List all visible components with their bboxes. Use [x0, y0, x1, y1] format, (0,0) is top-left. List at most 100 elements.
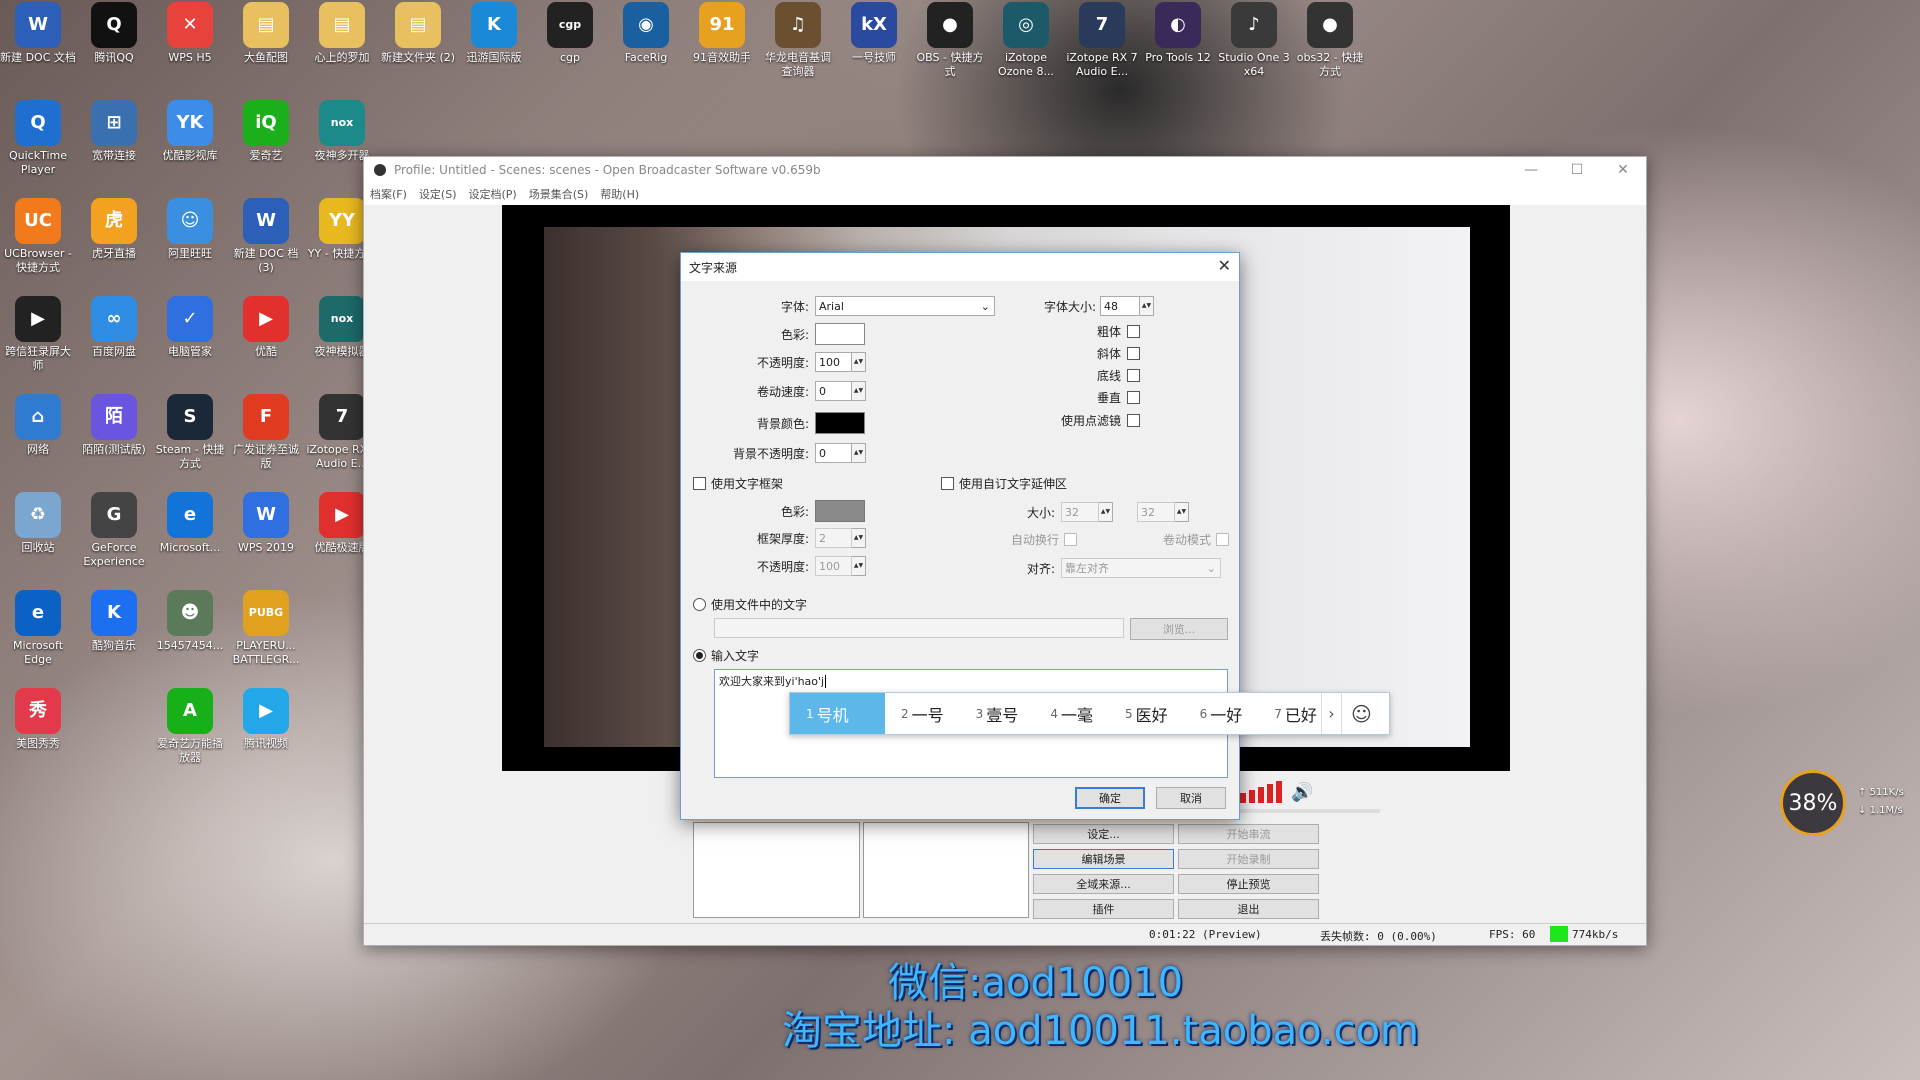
- italic-checkbox[interactable]: [1127, 347, 1140, 360]
- desktop-icon[interactable]: ▤ 心上的罗加: [304, 2, 380, 65]
- close-icon[interactable]: ✕: [1600, 157, 1646, 183]
- ok-button[interactable]: 确定: [1075, 787, 1145, 809]
- desktop-icon[interactable]: Q QuickTime Player: [0, 100, 76, 177]
- file-path-input[interactable]: [714, 618, 1124, 638]
- cancel-button[interactable]: 取消: [1156, 787, 1226, 809]
- outline-thickness-input[interactable]: 2: [815, 528, 852, 548]
- ime-candidate[interactable]: 6 一好: [1184, 693, 1259, 734]
- sources-list[interactable]: [863, 822, 1029, 918]
- menu-settings[interactable]: 设定(S): [419, 186, 457, 202]
- desktop-icon[interactable]: 7 iZotope RX 7 Audio E...: [1064, 2, 1140, 79]
- desktop-icon[interactable]: ▶ 跨信狂录屏大师: [0, 296, 76, 373]
- underline-checkbox[interactable]: [1127, 369, 1140, 382]
- desktop-icon[interactable]: ● OBS - 快捷方式: [912, 2, 988, 79]
- desktop-icon[interactable]: K 迅游国际版: [456, 2, 532, 65]
- volume-slider[interactable]: [1240, 809, 1380, 813]
- bold-checkbox[interactable]: [1127, 325, 1140, 338]
- ime-candidate[interactable]: 7 已好: [1258, 693, 1321, 734]
- font-size-spinner[interactable]: ▲▼: [1140, 296, 1154, 316]
- speaker-icon[interactable]: 🔊: [1291, 782, 1313, 803]
- extent-height-spinner[interactable]: ▲▼: [1175, 502, 1189, 522]
- desktop-icon[interactable]: ▤ 新建文件夹 (2): [380, 2, 456, 65]
- menu-file[interactable]: 档案(F): [370, 186, 407, 202]
- desktop-icon[interactable]: W WPS 2019: [228, 492, 304, 555]
- desktop-icon[interactable]: ◉ FaceRig: [608, 2, 684, 65]
- menu-scene-collection[interactable]: 场景集合(S): [529, 186, 589, 202]
- desktop-icon[interactable]: 91 91音效助手: [684, 2, 760, 65]
- input-text-radio[interactable]: [693, 649, 706, 662]
- desktop-icon[interactable]: S Steam - 快捷方式: [152, 394, 228, 471]
- extent-width-spinner[interactable]: ▲▼: [1099, 502, 1113, 522]
- font-size-input[interactable]: 48: [1100, 296, 1140, 316]
- desktop-icon[interactable]: nox 夜神多开器: [304, 100, 380, 163]
- extent-height-input[interactable]: 32: [1137, 502, 1175, 522]
- desktop-icon[interactable]: UC UCBrowser - 快捷方式: [0, 198, 76, 275]
- desktop-icon[interactable]: ☺ 阿里旺旺: [152, 198, 228, 261]
- dialog-close-icon[interactable]: ✕: [1218, 256, 1231, 275]
- ime-candidate[interactable]: 5 医好: [1109, 693, 1184, 734]
- menu-help[interactable]: 帮助(H): [600, 186, 639, 202]
- menu-profile[interactable]: 设定档(P): [469, 186, 517, 202]
- desktop-icon[interactable]: ◎ iZotope Ozone 8...: [988, 2, 1064, 79]
- emoji-icon[interactable]: ☺: [1340, 693, 1381, 734]
- start-record-button[interactable]: 开始录制: [1178, 849, 1319, 869]
- desktop-icon[interactable]: ▶ 优酷: [228, 296, 304, 359]
- desktop-icon[interactable]: ♫ 华龙电音基调查询器: [760, 2, 836, 79]
- desktop-icon[interactable]: F 广发证券至诚版: [228, 394, 304, 471]
- desktop-icon[interactable]: 陌陌陌(测试版): [76, 394, 152, 457]
- desktop-icon[interactable]: ∞ 百度网盘: [76, 296, 152, 359]
- ime-candidate[interactable]: 4 一毫: [1034, 693, 1109, 734]
- ime-candidate[interactable]: 3 壹号: [960, 693, 1035, 734]
- desktop-icon[interactable]: ♪ Studio One 3 x64: [1216, 2, 1292, 79]
- opacity-spinner[interactable]: ▲▼: [852, 352, 866, 372]
- net-meter-gauge[interactable]: 38%: [1780, 770, 1846, 836]
- desktop-icon[interactable]: PUBG PLAYERU... BATTLEGR...: [228, 590, 304, 667]
- global-sources-button[interactable]: 全域来源...: [1033, 874, 1174, 894]
- minimize-icon[interactable]: —: [1508, 157, 1554, 183]
- bg-color-swatch[interactable]: [815, 412, 865, 434]
- outline-color-swatch[interactable]: [815, 500, 865, 522]
- maximize-icon[interactable]: ☐: [1554, 157, 1600, 183]
- desktop-icon[interactable]: e Microsoft...: [152, 492, 228, 555]
- desktop-icon[interactable]: cgp cgp: [532, 2, 608, 65]
- desktop-icon[interactable]: iQ 爱奇艺: [228, 100, 304, 163]
- desktop-icon[interactable]: ⌂ 网络: [0, 394, 76, 457]
- bg-opacity-input[interactable]: 0: [815, 443, 852, 463]
- plugins-button[interactable]: 插件: [1033, 899, 1174, 919]
- align-select[interactable]: 靠左对齐 ⌄: [1061, 558, 1221, 578]
- outline-opacity-spinner[interactable]: ▲▼: [852, 556, 866, 576]
- desktop-icon[interactable]: ☻ 15457454...: [152, 590, 228, 653]
- desktop-icon[interactable]: ⊞ 宽带连接: [76, 100, 152, 163]
- browse-button[interactable]: 浏览...: [1130, 618, 1228, 640]
- vertical-checkbox[interactable]: [1127, 391, 1140, 404]
- desktop-icon[interactable]: ▤ 大鱼配图: [228, 2, 304, 65]
- bg-opacity-spinner[interactable]: ▲▼: [852, 443, 866, 463]
- scenes-list[interactable]: [693, 822, 860, 918]
- scroll-mode-checkbox[interactable]: [1216, 533, 1230, 546]
- start-stream-button[interactable]: 开始串流: [1178, 824, 1319, 844]
- use-outline-checkbox[interactable]: [693, 477, 706, 490]
- settings-button[interactable]: 设定...: [1033, 824, 1174, 844]
- desktop-icon[interactable]: ✕ WPS H5: [152, 2, 228, 65]
- desktop-icon[interactable]: YK 优酷影视库: [152, 100, 228, 163]
- desktop-icon[interactable]: K 酷狗音乐: [76, 590, 152, 653]
- custom-extent-checkbox[interactable]: [941, 477, 954, 490]
- desktop-icon[interactable]: Q 腾讯QQ: [76, 2, 152, 65]
- text-color-swatch[interactable]: [815, 323, 865, 345]
- font-select[interactable]: Arial ⌄: [815, 296, 995, 316]
- desktop-icon[interactable]: 虎虎牙直播: [76, 198, 152, 261]
- desktop-icon[interactable]: A 爱奇艺万能播放器: [152, 688, 228, 765]
- opacity-input[interactable]: 100: [815, 352, 852, 372]
- exit-button[interactable]: 退出: [1178, 899, 1319, 919]
- desktop-icon[interactable]: ● obs32 - 快捷方式: [1292, 2, 1368, 79]
- extent-width-input[interactable]: 32: [1061, 502, 1099, 522]
- desktop-icon[interactable]: ✓ 电脑管家: [152, 296, 228, 359]
- chevron-right-icon[interactable]: ›: [1320, 693, 1341, 734]
- outline-thickness-spinner[interactable]: ▲▼: [852, 528, 866, 548]
- scroll-speed-input[interactable]: 0: [815, 381, 852, 401]
- wrap-checkbox[interactable]: [1064, 533, 1078, 546]
- stop-preview-button[interactable]: 停止预览: [1178, 874, 1319, 894]
- desktop-icon[interactable]: G GeForce Experience: [76, 492, 152, 569]
- scroll-speed-spinner[interactable]: ▲▼: [852, 381, 866, 401]
- ime-candidate[interactable]: 1 号机: [790, 693, 885, 734]
